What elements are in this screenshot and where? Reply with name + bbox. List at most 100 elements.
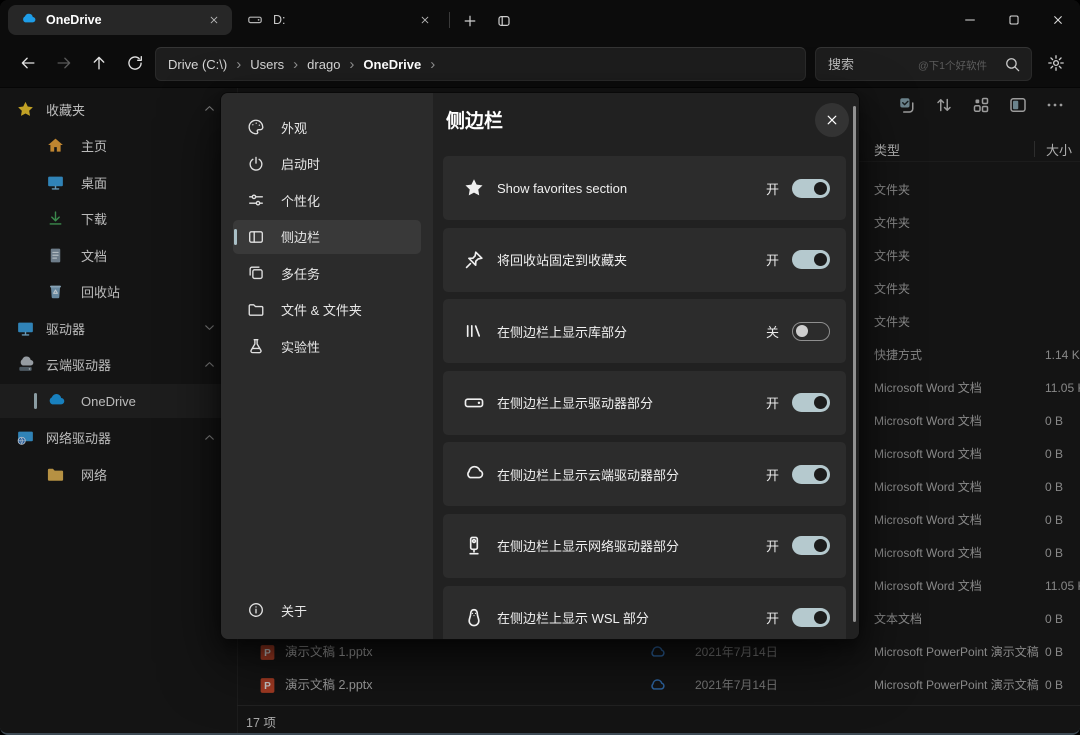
toggle-knob xyxy=(814,539,827,552)
library-icon xyxy=(463,320,485,342)
file-manager-window: OneDrive D: Drive (C:\) › Users › drago › OneDr… xyxy=(0,0,1080,735)
toggle-knob xyxy=(814,611,827,624)
toggle-knob xyxy=(814,468,827,481)
tab-close-button[interactable] xyxy=(204,10,224,30)
toggle-state-label: 开 xyxy=(766,608,779,627)
settings-nav-label: 启动时 xyxy=(281,154,320,173)
breadcrumb-item-1[interactable]: Users xyxy=(250,57,284,72)
close-window-button[interactable] xyxy=(1036,0,1080,40)
watermark-text: @下1个好软件 xyxy=(918,58,987,73)
tab-label: OneDrive xyxy=(46,13,196,27)
multitask-icon xyxy=(247,264,265,282)
tab-label: D: xyxy=(273,13,407,27)
toggle-switch-show-network-drives[interactable] xyxy=(792,536,830,555)
minimize-button[interactable] xyxy=(948,0,992,40)
setting-label: 将回收站固定到收藏夹 xyxy=(497,250,766,269)
toggle-state-label: 开 xyxy=(766,179,779,198)
toggle-knob xyxy=(814,253,827,266)
settings-dialog: 外观启动时个性化侧边栏多任务文件 & 文件夹实验性关于 侧边栏 Show fav… xyxy=(220,92,860,640)
star-icon xyxy=(463,177,485,199)
toggle-switch-pin-recycle-bin[interactable] xyxy=(792,250,830,269)
refresh-button[interactable] xyxy=(119,47,151,79)
dialog-title: 侧边栏 xyxy=(446,106,503,133)
toggle-switch-show-cloud-drives[interactable] xyxy=(792,465,830,484)
settings-rows: Show favorites section开将回收站固定到收藏夹开在侧边栏上显… xyxy=(443,156,846,640)
setting-row-show-library: 在侧边栏上显示库部分关 xyxy=(443,299,846,363)
settings-gear-button[interactable] xyxy=(1040,47,1072,79)
drive-icon xyxy=(463,392,485,414)
breadcrumb-item-0[interactable]: Drive (C:\) xyxy=(168,57,227,72)
dialog-close-button[interactable] xyxy=(815,103,849,137)
tab-divider xyxy=(449,12,450,28)
toggle-state-label: 开 xyxy=(766,465,779,484)
back-button[interactable] xyxy=(12,47,44,79)
settings-nav-appearance[interactable]: 外观 xyxy=(233,110,421,144)
settings-nav-label: 外观 xyxy=(281,118,307,137)
breadcrumb-separator: › xyxy=(349,57,354,72)
breadcrumb-separator: › xyxy=(236,57,241,72)
setting-label: 在侧边栏上显示云端驱动器部分 xyxy=(497,465,766,484)
setting-row-pin-recycle-bin: 将回收站固定到收藏夹开 xyxy=(443,228,846,292)
settings-nav-personalization[interactable]: 个性化 xyxy=(233,183,421,217)
breadcrumb-separator: › xyxy=(430,57,435,72)
setting-label: 在侧边栏上显示驱动器部分 xyxy=(497,393,766,412)
breadcrumb-item-2[interactable]: drago xyxy=(307,57,340,72)
toggle-switch-show-drives[interactable] xyxy=(792,393,830,412)
sliders-icon xyxy=(247,191,265,209)
cloud-outline-icon xyxy=(463,463,485,485)
toggle-group: 开 xyxy=(766,179,830,198)
setting-row-show-drives: 在侧边栏上显示驱动器部分开 xyxy=(443,371,846,435)
toggle-switch-show-wsl[interactable] xyxy=(792,608,830,627)
toggle-state-label: 关 xyxy=(766,322,779,341)
settings-nav-experimental[interactable]: 实验性 xyxy=(233,329,421,363)
new-tab-button[interactable] xyxy=(457,8,483,34)
toggle-state-label: 开 xyxy=(766,250,779,269)
settings-nav-about[interactable]: 关于 xyxy=(233,593,421,627)
tab-onedrive[interactable]: OneDrive xyxy=(8,5,232,35)
breadcrumb-separator: › xyxy=(293,57,298,72)
server-icon xyxy=(463,535,485,557)
tab-layout-button[interactable] xyxy=(491,8,517,34)
flask-icon xyxy=(247,337,265,355)
toggle-state-label: 开 xyxy=(766,393,779,412)
toggle-group: 关 xyxy=(766,322,830,341)
settings-nav-multitasking[interactable]: 多任务 xyxy=(233,256,421,290)
breadcrumb-item-3[interactable]: OneDrive xyxy=(363,57,421,72)
settings-content: 侧边栏 Show favorites section开将回收站固定到收藏夹开在侧… xyxy=(433,93,860,640)
search-icon[interactable] xyxy=(1004,56,1021,73)
settings-nav-startup[interactable]: 启动时 xyxy=(233,147,421,181)
toggle-knob xyxy=(814,182,827,195)
setting-label: 在侧边栏上显示 WSL 部分 xyxy=(497,608,766,627)
toggle-switch-show-library[interactable] xyxy=(792,322,830,341)
toggle-group: 开 xyxy=(766,465,830,484)
sidebar-layout-icon xyxy=(247,228,265,246)
toggle-knob xyxy=(796,325,808,337)
toggle-state-label: 开 xyxy=(766,536,779,555)
toggle-switch-show-favorites[interactable] xyxy=(792,179,830,198)
settings-nav-label: 个性化 xyxy=(281,191,320,210)
maximize-button[interactable] xyxy=(992,0,1036,40)
penguin-icon xyxy=(463,607,485,629)
settings-nav-sidebar[interactable]: 侧边栏 xyxy=(233,220,421,254)
breadcrumb[interactable]: Drive (C:\) › Users › drago › OneDrive › xyxy=(155,47,806,81)
toggle-knob xyxy=(814,396,827,409)
folder-outline-icon xyxy=(247,301,265,319)
search-box[interactable]: @下1个好软件 xyxy=(815,47,1032,81)
forward-button[interactable] xyxy=(48,47,80,79)
setting-label: 在侧边栏上显示网络驱动器部分 xyxy=(497,536,766,555)
dialog-scrollbar[interactable] xyxy=(853,106,856,622)
up-button[interactable] xyxy=(83,47,115,79)
info-icon xyxy=(247,601,265,619)
setting-row-show-cloud-drives: 在侧边栏上显示云端驱动器部分开 xyxy=(443,442,846,506)
setting-row-show-network-drives: 在侧边栏上显示网络驱动器部分开 xyxy=(443,514,846,578)
settings-nav-files-folders[interactable]: 文件 & 文件夹 xyxy=(233,293,421,327)
palette-icon xyxy=(247,118,265,136)
settings-nav-label: 侧边栏 xyxy=(281,227,320,246)
setting-label: Show favorites section xyxy=(497,181,766,196)
tab-close-button[interactable] xyxy=(415,10,435,30)
settings-nav-label: 文件 & 文件夹 xyxy=(281,300,362,319)
onedrive-tab-icon xyxy=(20,12,36,28)
tab-d-[interactable]: D: xyxy=(235,5,443,35)
toggle-group: 开 xyxy=(766,250,830,269)
nav-selection-indicator xyxy=(234,229,237,245)
